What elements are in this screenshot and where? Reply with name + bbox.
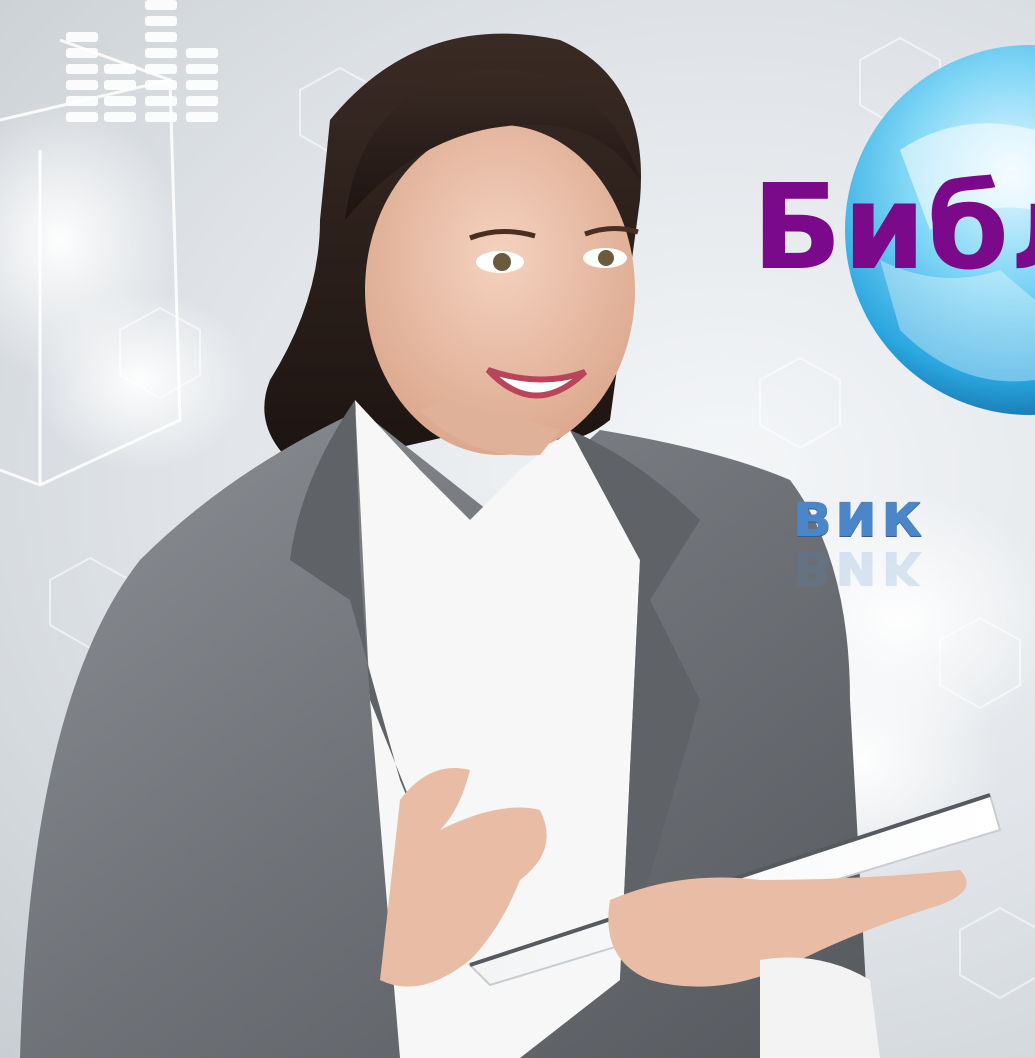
slide-subtitle-group: вик вик — [792, 484, 926, 611]
equalizer-bars — [66, 0, 218, 122]
slide-canvas: Библ вик вик — [0, 0, 1035, 1058]
slide-title: Библ — [752, 158, 1035, 296]
slide-subtitle-reflection: вик — [792, 537, 926, 610]
